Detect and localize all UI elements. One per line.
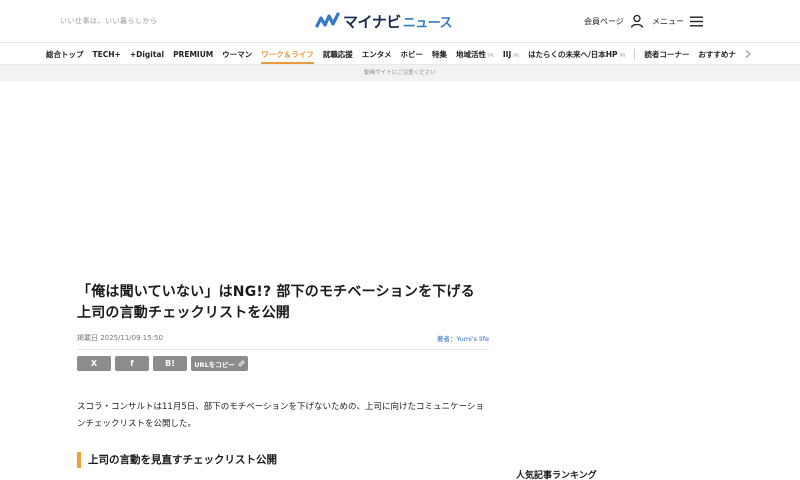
- pr-badge: PR: [513, 53, 520, 59]
- ranking-heading: 人気記事ランキング: [516, 471, 597, 480]
- nav-item-label: はたらくの未来へ/日本HP: [528, 49, 618, 59]
- share-buttons: X f B! URLをコピー: [77, 356, 489, 371]
- nav-item-label: 総合トップ: [46, 49, 84, 59]
- nav-item-work-life[interactable]: ワーク＆ライフ: [261, 43, 314, 65]
- nav-item-top[interactable]: 総合トップ: [46, 43, 84, 65]
- nav-item-label: おすすめナ: [698, 49, 736, 59]
- logo-text-sub: ニュース: [402, 15, 453, 31]
- nav-item-entertainment[interactable]: エンタメ: [362, 43, 392, 65]
- article: 「俺は聞いていない」はNG!? 部下のモチベーションを下げる上司の言動チェックリ…: [77, 282, 489, 468]
- nav-item-feature[interactable]: 特集: [432, 43, 447, 65]
- category-nav: 総合トップ TECH+ +Digital PREMIUM ウーマン ワーク＆ライ…: [0, 42, 800, 65]
- nav-item-label: エンタメ: [361, 49, 392, 59]
- share-hatena-button[interactable]: B!: [153, 356, 187, 371]
- facebook-icon: f: [130, 359, 134, 368]
- notice-bar: 動画サイトにご注意ください: [0, 65, 800, 81]
- nav-item-reader-corner[interactable]: 読者コーナー: [644, 43, 689, 65]
- nav-item-hobby[interactable]: ホビー: [401, 43, 424, 65]
- nav-item-digital[interactable]: +Digital: [130, 43, 164, 65]
- header-tagline: いい仕事は、いい暮らしから: [60, 17, 158, 25]
- nav-item-label: ウーマン: [222, 49, 253, 59]
- nav-item-woman[interactable]: ウーマン: [222, 43, 252, 65]
- nav-item-label: IIJ: [502, 49, 512, 59]
- nav-item-label: 読者コーナー: [644, 49, 690, 59]
- nav-item-label: 就職応援: [322, 49, 353, 59]
- copy-url-button[interactable]: URLをコピー: [191, 356, 248, 371]
- author-link[interactable]: 著者：Yumi's life: [437, 333, 489, 343]
- nav-item-label: +Digital: [129, 49, 165, 59]
- meta-divider: [77, 349, 489, 350]
- hamburger-icon: [690, 16, 703, 26]
- menu-button[interactable]: メニュー: [652, 13, 703, 29]
- nav-item-label: ホビー: [400, 49, 424, 59]
- copy-url-label: URLをコピー: [194, 360, 235, 369]
- nav-item-label: 地域活性: [456, 49, 487, 59]
- pr-badge: PR: [488, 53, 494, 59]
- site-header: いい仕事は、いい暮らしから マイナビ ニュース 会員ページ メニュー: [0, 0, 800, 42]
- nav-item-label: PREMIUM: [173, 49, 214, 59]
- pr-badge: PR: [619, 53, 626, 59]
- nav-divider: [634, 48, 636, 60]
- nav-item-label: ワーク＆ライフ: [261, 49, 314, 59]
- link-icon: [238, 360, 245, 367]
- nav-item-premium[interactable]: PREMIUM: [173, 43, 213, 65]
- publish-date: 掲載日 2025/11/09 15:50: [77, 334, 163, 342]
- nav-item-recommend[interactable]: おすすめナ: [698, 43, 736, 65]
- hatena-bookmark-icon: B!: [165, 359, 175, 368]
- user-icon: [630, 14, 643, 28]
- article-title: 「俺は聞いていない」はNG!? 部下のモチベーションを下げる上司の言動チェックリ…: [77, 284, 475, 321]
- nav-item-regional[interactable]: 地域活性 PR: [456, 43, 494, 65]
- share-x-button[interactable]: X: [77, 356, 111, 371]
- x-icon: X: [90, 359, 98, 368]
- nav-item-label: 特集: [432, 49, 448, 59]
- chevron-right-icon[interactable]: [742, 48, 754, 60]
- menu-label: メニュー: [652, 16, 684, 26]
- section-heading: 上司の言動を見直すチェックリスト公開: [77, 452, 489, 468]
- share-facebook-button[interactable]: f: [115, 356, 149, 371]
- category-nav-list: 総合トップ TECH+ +Digital PREMIUM ウーマン ワーク＆ライ…: [46, 43, 745, 65]
- nav-item-future-of-work[interactable]: はたらくの未来へ/日本HP PR: [528, 43, 625, 65]
- member-page-label: 会員ページ: [584, 16, 624, 26]
- mynavi-logo-icon: [315, 12, 340, 28]
- article-meta: 掲載日 2025/11/09 15:50 著者：Yumi's life: [77, 333, 489, 343]
- logo-text-main: マイナビ: [343, 12, 401, 31]
- member-page-link[interactable]: 会員ページ: [584, 13, 644, 29]
- nav-item-job-support[interactable]: 就職応援: [323, 43, 353, 65]
- nav-item-iij[interactable]: IIJ PR: [503, 43, 519, 65]
- nav-item-label: TECH+: [92, 49, 121, 59]
- nav-item-tech-plus[interactable]: TECH+: [93, 43, 121, 65]
- site-logo[interactable]: マイナビ ニュース: [315, 11, 453, 31]
- article-lead: スコラ・コンサルトは11月5日、部下のモチベーションを下げないための、上司に向け…: [77, 402, 484, 429]
